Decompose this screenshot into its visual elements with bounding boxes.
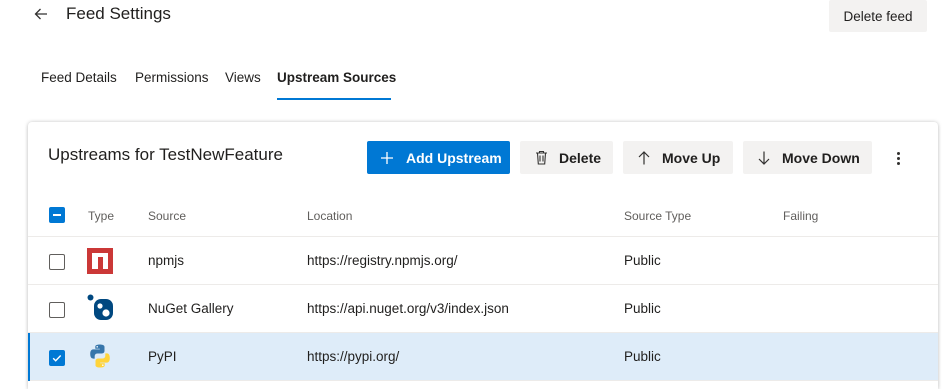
upstreams-card: Upstreams for TestNewFeature Add Upstrea… [28,122,938,389]
add-upstream-button[interactable]: Add Upstream [367,141,510,174]
column-header-type: Type [88,209,115,223]
row-checkbox[interactable] [49,302,65,318]
row-source: NuGet Gallery [148,301,234,316]
tab-feed-details[interactable]: Feed Details [41,70,117,102]
active-tab-indicator [277,98,391,100]
column-header-failing: Failing [783,209,819,223]
move-down-button[interactable]: Move Down [743,141,872,174]
page-title: Feed Settings [66,4,171,23]
python-icon [87,343,113,369]
table-row[interactable]: npmjs https://registry.npmjs.org/ Public [28,237,938,285]
row-source-type: Public [624,349,661,364]
row-location: https://pypi.org/ [307,349,400,364]
column-header-source: Source [148,209,187,223]
move-up-button[interactable]: Move Up [623,141,733,174]
row-checkbox[interactable] [49,254,65,270]
row-source-type: Public [624,253,661,268]
card-title: Upstreams for TestNewFeature [48,145,283,164]
row-source-type: Public [624,301,661,316]
trash-icon [534,150,548,165]
row-location: https://registry.npmjs.org/ [307,253,458,268]
add-upstream-label: Add Upstream [406,149,502,166]
column-header-source-type: Source Type [624,209,692,223]
plus-icon [379,151,395,164]
row-checkbox-checked[interactable] [49,350,65,366]
row-source: PyPI [148,349,177,364]
table-row[interactable]: NuGet Gallery https://api.nuget.org/v3/i… [28,285,938,333]
arrow-down-icon [757,151,771,165]
tab-permissions[interactable]: Permissions [135,70,209,102]
row-source: npmjs [148,253,185,268]
npm-icon [87,248,113,274]
table-header: Type Source Location Source Type Failing [28,204,938,234]
move-up-label: Move Up [662,149,721,166]
delete-button[interactable]: Delete [520,141,613,174]
delete-label: Delete [559,149,602,166]
back-arrow-icon[interactable] [30,2,52,26]
select-all-checkbox[interactable] [49,207,65,223]
table-row-selected[interactable]: PyPI https://pypi.org/ Public [28,333,938,381]
move-down-label: Move Down [782,149,860,166]
tab-views[interactable]: Views [225,70,261,102]
nuget-icon [87,294,113,320]
column-header-location: Location [307,209,353,223]
arrow-up-icon [637,150,651,165]
row-location: https://api.nuget.org/v3/index.json [307,301,509,316]
delete-feed-button[interactable]: Delete feed [829,0,927,32]
more-options-icon[interactable] [890,146,906,170]
